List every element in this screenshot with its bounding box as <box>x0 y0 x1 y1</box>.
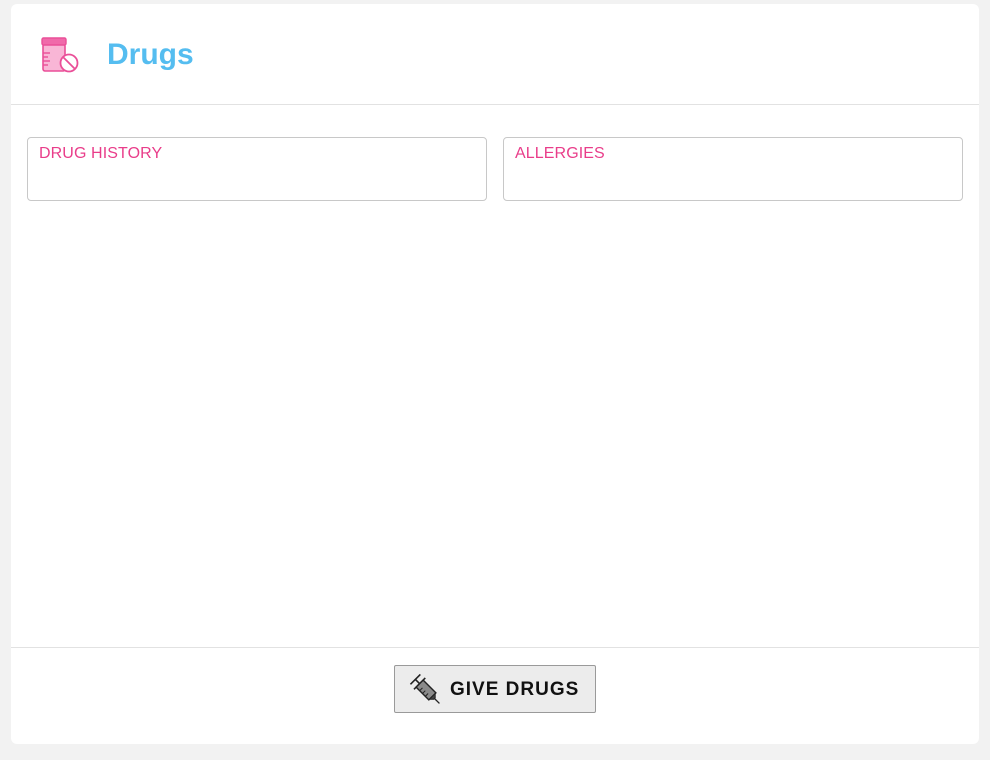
drugs-header: Drugs <box>11 4 979 105</box>
drug-history-label: DRUG HISTORY <box>39 145 163 162</box>
drugs-footer: GIVE DRUGS <box>11 647 979 745</box>
give-drugs-button[interactable]: GIVE DRUGS <box>394 665 596 713</box>
allergies-panel[interactable]: ALLERGIES <box>503 137 963 201</box>
drugs-card: Drugs DRUG HISTORY ALLERGIES GIVE DRUGS <box>11 4 979 744</box>
give-drugs-label: GIVE DRUGS <box>450 679 580 700</box>
drug-history-panel[interactable]: DRUG HISTORY <box>27 137 487 201</box>
allergies-label: ALLERGIES <box>515 145 605 162</box>
page-title: Drugs <box>107 38 194 71</box>
syringe-icon <box>409 673 443 707</box>
pill-bottle-no-icon <box>41 36 81 74</box>
